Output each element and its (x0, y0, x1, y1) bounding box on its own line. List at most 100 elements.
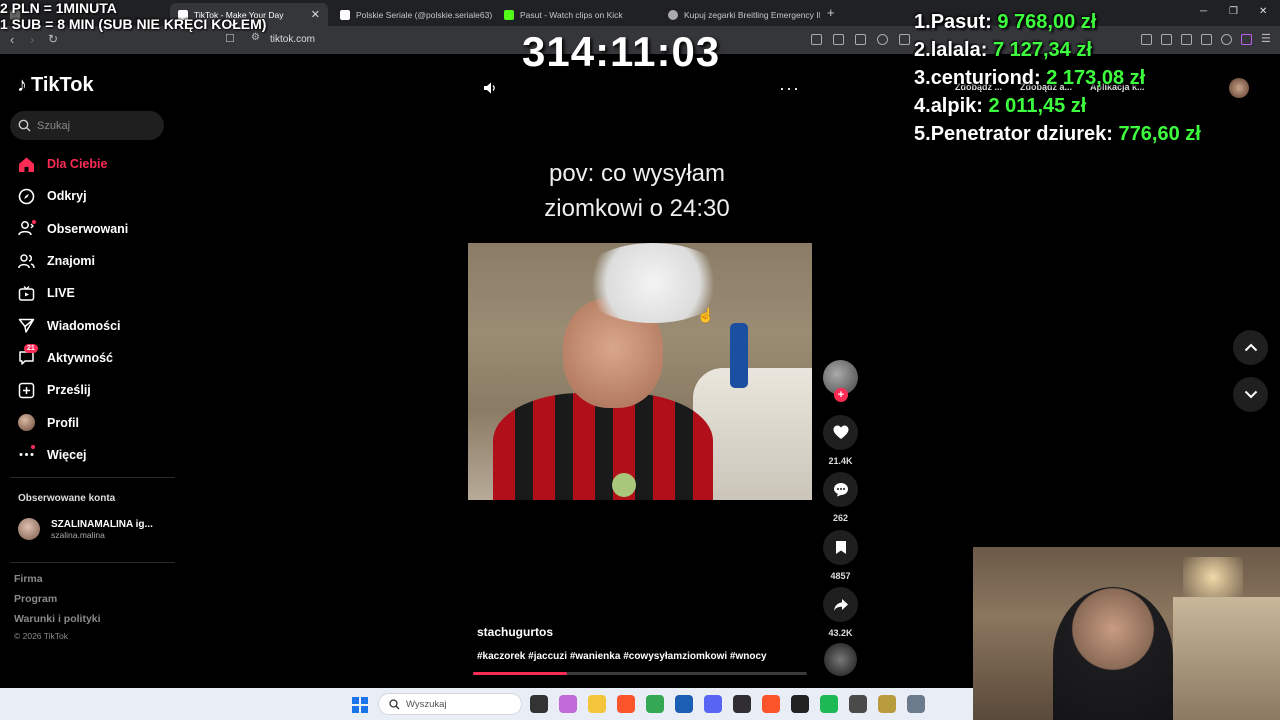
video-player[interactable] (468, 243, 812, 500)
donate-info-line: 2 PLN = 1MINUTA (0, 0, 117, 16)
divider (10, 477, 175, 478)
leaderboard-row: 1.Pasut: 9 768,00 zł (914, 11, 1097, 33)
subathon-timer: 314:11:03 (522, 28, 721, 75)
taskbar-app-calculator-icon[interactable] (849, 695, 867, 713)
search-input[interactable]: Szukaj (10, 111, 164, 140)
menu-icon[interactable]: ☰ (1261, 32, 1271, 45)
browser-tab-kick[interactable]: Pasut - Watch clips on Kick (496, 3, 656, 26)
follow-plus-icon[interactable]: + (834, 388, 848, 402)
sidebar-item-wiadomosci[interactable]: Wiadomości (16, 309, 176, 341)
window-close-icon[interactable]: ✕ (1259, 6, 1267, 17)
leaderboard-row: 3.centuriond: 2 173,08 zł (914, 67, 1146, 89)
share-button[interactable]: 43.2K (823, 587, 858, 638)
share-arrow-icon (823, 587, 858, 622)
extension-icon[interactable] (1201, 34, 1212, 45)
bookmark-icon (823, 530, 858, 565)
sidebar-item-obserwowani[interactable]: Obserwowani (16, 213, 176, 245)
site-settings-icon[interactable]: ⚙ (251, 32, 260, 43)
video-shirt (493, 393, 713, 500)
taskbar-app-chrome-icon[interactable] (646, 695, 664, 713)
video-progress-fill (473, 672, 567, 675)
sidebar-item-aktywnosc[interactable]: 21 Aktywność (16, 342, 176, 374)
video-toy (612, 473, 636, 497)
sidebar-item-live[interactable]: LIVE (16, 277, 176, 309)
more-options-icon[interactable]: ··· (779, 78, 800, 99)
taskbar-app-store-icon[interactable] (675, 695, 693, 713)
divider (10, 562, 175, 563)
footer-link-program[interactable]: Program (14, 593, 57, 605)
windows-taskbar: Wyszukaj (0, 688, 973, 720)
taskbar-app-obs-icon[interactable] (733, 695, 751, 713)
screen: TikTok - Make Your Day ✕ Polskie Seriale… (0, 0, 1280, 720)
footer-link-firma[interactable]: Firma (14, 573, 43, 585)
browser-tab-breitling[interactable]: Kupuj zegarki Breitling Emergency II (660, 3, 820, 26)
taskbar-search[interactable]: Wyszukaj (378, 693, 522, 715)
taskbar-app-app-dark-icon[interactable] (791, 695, 809, 713)
taskbar-app-settings-icon[interactable] (907, 695, 925, 713)
volume-icon[interactable] (483, 81, 497, 98)
save-count: 4857 (830, 571, 851, 581)
streamer-webcam (973, 547, 1280, 720)
notification-dot (31, 444, 35, 449)
like-button[interactable]: 21.4K (823, 415, 858, 466)
followed-account[interactable]: SZALINAMALINA ig... szalina.malina (18, 518, 153, 540)
reload-icon[interactable]: ↻ (48, 32, 58, 46)
save-button[interactable]: 4857 (823, 530, 858, 581)
translate-icon[interactable] (833, 34, 844, 45)
video-hashtags[interactable]: #kaczorek #jaccuzi #wanienka #cowysyłamz… (477, 651, 767, 662)
next-video-button[interactable] (1233, 377, 1268, 412)
live-icon (16, 283, 36, 303)
notification-dot (32, 219, 36, 224)
cast-icon[interactable] (855, 34, 866, 45)
footer-link-warunki[interactable]: Warunki i polityki (14, 613, 101, 625)
new-tab-button[interactable]: + (827, 5, 835, 20)
minimize-icon[interactable]: ─ (1200, 6, 1207, 17)
sidebar-item-profil[interactable]: Profil (16, 406, 176, 438)
previous-video-button[interactable] (1233, 330, 1268, 365)
taskbar-app-file-explorer-icon[interactable] (588, 695, 606, 713)
maximize-icon[interactable]: ❐ (1229, 6, 1238, 17)
toolbar-icon[interactable] (811, 34, 822, 45)
url-field[interactable]: tiktok.com (270, 34, 315, 45)
taskbar-app-task-view-icon[interactable] (530, 695, 548, 713)
mouse-cursor-icon: ☝ (697, 307, 715, 323)
globe-icon (668, 9, 678, 20)
donation-leaderboard: 1.Pasut: 9 768,00 zł 2.lalala: 7 127,34 … (914, 8, 1201, 148)
taskbar-app-spotify-icon[interactable] (820, 695, 838, 713)
activity-badge: 21 (24, 343, 38, 353)
search-icon (18, 119, 31, 132)
sidebar-item-przeslij[interactable]: Prześlij (16, 374, 176, 406)
profile-icon[interactable] (1241, 34, 1252, 45)
followed-account-handle: szalina.malina (51, 529, 105, 540)
comment-button[interactable]: 262 (823, 472, 858, 523)
windows-start-icon[interactable] (352, 697, 368, 713)
bookmark-icon[interactable]: ☐ (225, 32, 235, 45)
taskbar-app-discord-icon[interactable] (704, 695, 722, 713)
video-progress-bar[interactable] (473, 672, 807, 675)
sidebar-item-odkryj[interactable]: Odkryj (16, 180, 176, 212)
taskbar-app-app-gold-icon[interactable] (878, 695, 896, 713)
tiktok-logo[interactable]: ♪ TikTok (17, 74, 94, 97)
taskbar-app-brave-icon[interactable] (617, 695, 635, 713)
leaderboard-row: 2.lalala: 7 127,34 zł (914, 39, 1092, 61)
music-disc-icon[interactable] (824, 643, 857, 676)
video-username[interactable]: stachugurtos (477, 625, 553, 639)
shield-icon[interactable] (1221, 34, 1232, 45)
zoom-icon[interactable] (877, 34, 888, 45)
taskbar-app-brave-active-icon[interactable] (762, 695, 780, 713)
taskbar-app-copilot-icon[interactable] (559, 695, 577, 713)
share-icon[interactable] (899, 34, 910, 45)
compass-icon (16, 186, 36, 206)
followed-account-name: SZALINAMALINA ig... (51, 518, 153, 530)
sidebar-item-dla-ciebie[interactable]: Dla Ciebie (16, 148, 176, 180)
account-avatar[interactable] (1229, 78, 1249, 98)
sidebar-item-wiecej[interactable]: Więcej (16, 439, 176, 471)
sidebar-item-znajomi[interactable]: Znajomi (16, 245, 176, 277)
back-icon[interactable]: ‹ (10, 32, 14, 47)
browser-tab-polskie-seriale[interactable]: Polskie Seriale (@polskie.seriale63) | (332, 3, 492, 26)
close-tab-icon[interactable]: ✕ (311, 8, 320, 21)
sidebar-nav: Dla Ciebie Odkryj Obserwowani Znajomi LI… (16, 148, 176, 471)
chevron-up-icon (1244, 343, 1257, 352)
copyright: © 2026 TikTok (14, 631, 68, 641)
forward-icon[interactable]: › (30, 32, 34, 47)
